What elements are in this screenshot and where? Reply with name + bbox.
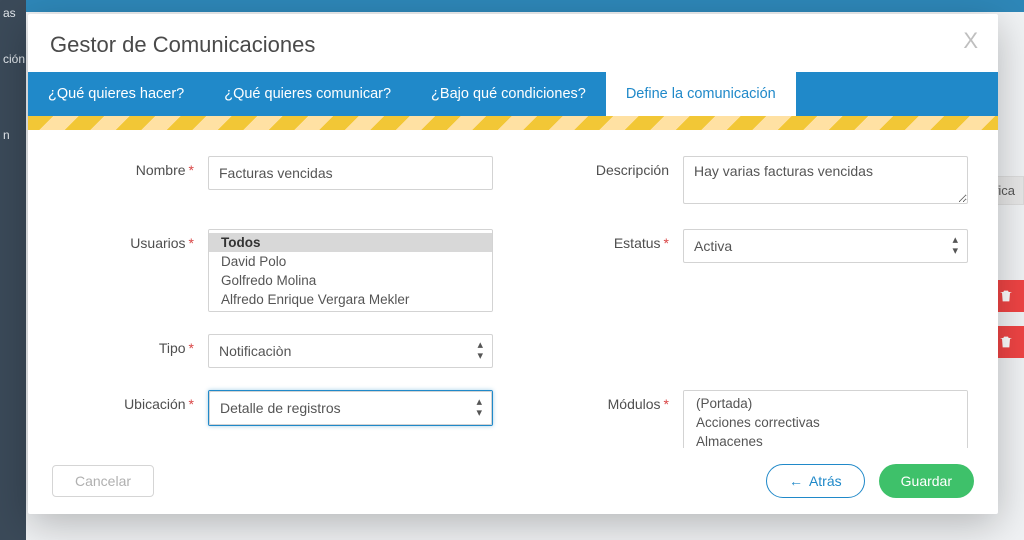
tab-que-comunicar[interactable]: ¿Qué quieres comunicar?: [204, 72, 411, 116]
field-estatus: Estatus* Activa ▴▾: [533, 229, 968, 312]
label-nombre: Nombre*: [58, 156, 208, 178]
field-empty-right: [533, 334, 968, 368]
modal-title: Gestor de Comunicaciones: [50, 32, 976, 58]
textarea-descripcion[interactable]: Hay varias facturas vencidas: [683, 156, 968, 204]
trash-icon: [998, 334, 1014, 350]
label-modulos: Módulos*: [533, 390, 683, 412]
hazard-stripe: [28, 116, 998, 130]
label-descripcion: Descripción: [533, 156, 683, 178]
field-ubicacion: Ubicación* Detalle de registros ▴▾: [58, 390, 493, 448]
bg-left-rail: as ción n: [0, 0, 26, 540]
wizard-tabs: ¿Qué quieres hacer? ¿Qué quieres comunic…: [28, 72, 998, 116]
arrow-left-icon: ←: [789, 473, 803, 489]
list-item[interactable]: (Portada): [684, 394, 967, 413]
form-body: Nombre* Descripción Hay varias facturas …: [28, 130, 998, 448]
label-estatus: Estatus*: [533, 229, 683, 251]
field-nombre: Nombre*: [58, 156, 493, 207]
modal-close-button[interactable]: X: [963, 30, 978, 52]
bg-top-bar: [0, 0, 1024, 12]
label-usuarios: Usuarios*: [58, 229, 208, 251]
bg-rail-item: as: [0, 0, 26, 26]
comunicaciones-modal: Gestor de Comunicaciones X ¿Qué quieres …: [28, 14, 998, 514]
field-descripcion: Descripción Hay varias facturas vencidas: [533, 156, 968, 207]
field-tipo: Tipo* Notificaciòn ▴▾: [58, 334, 493, 368]
list-item[interactable]: Alfredo Enrique Vergara Mekler: [209, 290, 492, 309]
listbox-usuarios[interactable]: TodosDavid PoloGolfredo MolinaAlfredo En…: [208, 229, 493, 312]
tab-que-hacer[interactable]: ¿Qué quieres hacer?: [28, 72, 204, 116]
field-usuarios: Usuarios* TodosDavid PoloGolfredo Molina…: [58, 229, 493, 312]
modal-footer: Cancelar ←Atrás Guardar: [28, 448, 998, 514]
label-tipo: Tipo*: [58, 334, 208, 356]
list-item[interactable]: Todos: [209, 233, 492, 252]
list-item[interactable]: David Polo: [209, 252, 492, 271]
tab-condiciones[interactable]: ¿Bajo qué condiciones?: [411, 72, 606, 116]
trash-icon: [998, 288, 1014, 304]
listbox-modulos[interactable]: (Portada)Acciones correctivasAlmacenesAr…: [683, 390, 968, 448]
list-item[interactable]: Acciones correctivas: [684, 413, 967, 432]
list-item[interactable]: Almacenes: [684, 432, 967, 448]
field-modulos: Módulos* (Portada)Acciones correctivasAl…: [533, 390, 968, 448]
input-nombre[interactable]: [208, 156, 493, 190]
modal-header: Gestor de Comunicaciones X: [28, 14, 998, 72]
save-button[interactable]: Guardar: [879, 464, 974, 498]
bg-rail-item: ción: [0, 46, 26, 72]
select-estatus[interactable]: Activa: [683, 229, 968, 263]
select-ubicacion[interactable]: Detalle de registros: [209, 391, 492, 425]
bg-rail-item: n: [0, 122, 26, 148]
label-ubicacion: Ubicación*: [58, 390, 208, 412]
back-button[interactable]: ←Atrás: [766, 464, 865, 498]
cancel-button[interactable]: Cancelar: [52, 465, 154, 497]
tab-define-comunicacion[interactable]: Define la comunicación: [606, 72, 796, 116]
list-item[interactable]: Golfredo Molina: [209, 271, 492, 290]
select-tipo[interactable]: Notificaciòn: [208, 334, 493, 368]
